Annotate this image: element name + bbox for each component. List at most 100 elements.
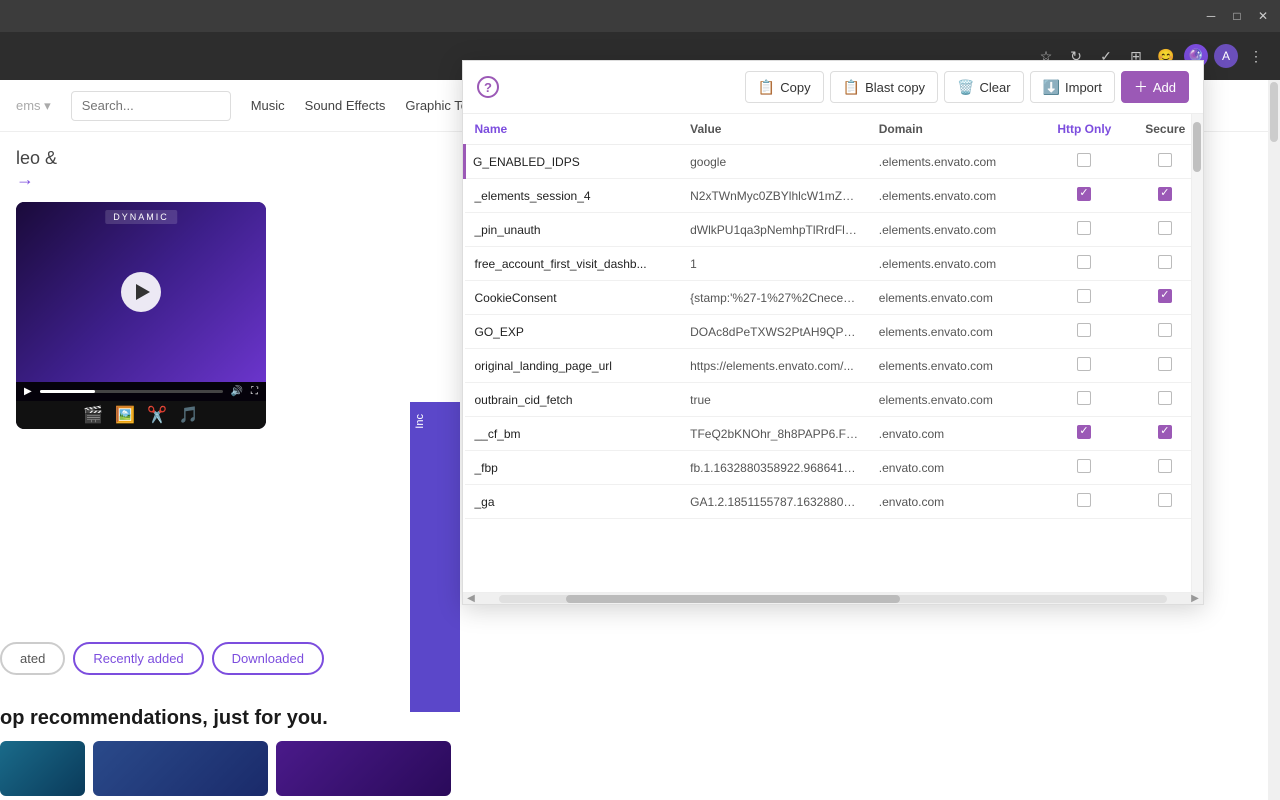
- table-row[interactable]: _fbpfb.1.1632880358922.968641642.envato.…: [465, 451, 1204, 485]
- cell-name: _fbp: [465, 451, 681, 485]
- cell-name: CookieConsent: [465, 281, 681, 315]
- blast-copy-button[interactable]: 📋 Blast copy: [830, 71, 938, 103]
- cell-http-only[interactable]: [1041, 213, 1127, 247]
- checkbox-http-only[interactable]: [1077, 255, 1091, 269]
- nav-item-sound-effects[interactable]: Sound Effects: [305, 98, 386, 113]
- section-heading: op recommendations, just for you.: [0, 707, 328, 730]
- cell-value: TFeQ2bKNOhr_8h8PAPP6.FO...: [680, 417, 869, 451]
- rec-card-2[interactable]: [93, 741, 268, 796]
- tab-recently-added[interactable]: Recently added: [73, 642, 203, 675]
- import-icon: ⬇️: [1043, 79, 1060, 96]
- table-row[interactable]: __cf_bmTFeQ2bKNOhr_8h8PAPP6.FO....envato…: [465, 417, 1204, 451]
- checkbox-http-only[interactable]: [1077, 153, 1091, 167]
- tab-ated[interactable]: ated: [0, 642, 65, 675]
- progress-bar[interactable]: [40, 390, 223, 393]
- modal-toolbar: ? 📋 Copy 📋 Blast copy 🗑️ Clear ⬇️ Import…: [463, 61, 1203, 114]
- cell-http-only[interactable]: [1041, 145, 1127, 179]
- cell-name: original_landing_page_url: [465, 349, 681, 383]
- search-input[interactable]: [71, 91, 231, 121]
- cell-http-only[interactable]: [1041, 451, 1127, 485]
- hscroll-track[interactable]: [499, 595, 1167, 603]
- checkbox-http-only[interactable]: [1077, 493, 1091, 507]
- checkbox-secure[interactable]: [1158, 493, 1172, 507]
- cell-http-only[interactable]: [1041, 383, 1127, 417]
- rec-card-3[interactable]: [276, 741, 451, 796]
- checkbox-http-only[interactable]: [1077, 459, 1091, 473]
- play-button[interactable]: [121, 272, 161, 312]
- cell-value: dWlkPU1qa3pNemhpTlRrdFlq...: [680, 213, 869, 247]
- cell-http-only[interactable]: [1041, 179, 1127, 213]
- checkbox-http-only[interactable]: [1077, 187, 1091, 201]
- checkbox-http-only[interactable]: [1077, 425, 1091, 439]
- avatar-icon[interactable]: A: [1214, 44, 1238, 68]
- checkbox-secure[interactable]: [1158, 289, 1172, 303]
- cell-http-only[interactable]: [1041, 417, 1127, 451]
- table-row[interactable]: original_landing_page_urlhttps://element…: [465, 349, 1204, 383]
- page-scrollbar-thumb: [1270, 82, 1278, 142]
- blue-bar-text: Inc: [410, 402, 430, 441]
- cell-http-only[interactable]: [1041, 349, 1127, 383]
- table-row[interactable]: _gaGA1.2.1851155787.1632880358.envato.co…: [465, 485, 1204, 519]
- browser-titlebar: ─ □ ✕: [0, 0, 1280, 32]
- modal-hscrollbar[interactable]: ◀ ▶: [463, 592, 1203, 604]
- maximize-button[interactable]: □: [1228, 7, 1246, 25]
- checkbox-secure[interactable]: [1158, 459, 1172, 473]
- cell-value: 1: [680, 247, 869, 281]
- checkbox-http-only[interactable]: [1077, 391, 1091, 405]
- cell-domain: .envato.com: [869, 451, 1041, 485]
- checkbox-secure[interactable]: [1158, 255, 1172, 269]
- hscroll-right[interactable]: ▶: [1187, 593, 1203, 604]
- hscroll-left[interactable]: ◀: [463, 593, 479, 604]
- cell-http-only[interactable]: [1041, 247, 1127, 281]
- modal-actions: 📋 Copy 📋 Blast copy 🗑️ Clear ⬇️ Import ＋…: [745, 71, 1189, 103]
- checkbox-http-only[interactable]: [1077, 289, 1091, 303]
- col-http-only: Http Only: [1041, 114, 1127, 145]
- cell-http-only[interactable]: [1041, 315, 1127, 349]
- add-icon: ＋: [1134, 77, 1148, 97]
- table-row[interactable]: _elements_session_4N2xTWnMyc0ZBYlhlcW1mZ…: [465, 179, 1204, 213]
- table-row[interactable]: GO_EXPDOAc8dPeTXWS2PtAH9QPyg...elements.…: [465, 315, 1204, 349]
- clear-button[interactable]: 🗑️ Clear: [944, 71, 1024, 103]
- cell-value: N2xTWnMyc0ZBYlhlcW1mZ1Z...: [680, 179, 869, 213]
- checkbox-secure[interactable]: [1158, 187, 1172, 201]
- cell-name: GO_EXP: [465, 315, 681, 349]
- dynamic-label: DYNAMIC: [105, 210, 177, 224]
- checkbox-secure[interactable]: [1158, 221, 1172, 235]
- cell-http-only[interactable]: [1041, 281, 1127, 315]
- cell-http-only[interactable]: [1041, 485, 1127, 519]
- cell-name: _elements_session_4: [465, 179, 681, 213]
- table-row[interactable]: _pin_unauthdWlkPU1qa3pNemhpTlRrdFlq....e…: [465, 213, 1204, 247]
- page-scrollbar[interactable]: [1268, 80, 1280, 800]
- cell-name: __cf_bm: [465, 417, 681, 451]
- col-domain: Domain: [869, 114, 1041, 145]
- copy-button[interactable]: 📋 Copy: [745, 71, 824, 103]
- add-button[interactable]: ＋ Add: [1121, 71, 1189, 103]
- checkbox-secure[interactable]: [1158, 357, 1172, 371]
- checkbox-secure[interactable]: [1158, 153, 1172, 167]
- menu-icon[interactable]: ⋮: [1244, 44, 1268, 68]
- checkbox-secure[interactable]: [1158, 323, 1172, 337]
- import-button[interactable]: ⬇️ Import: [1030, 71, 1115, 103]
- tab-downloaded[interactable]: Downloaded: [212, 642, 324, 675]
- cell-name: G_ENABLED_IDPS: [465, 145, 681, 179]
- checkbox-http-only[interactable]: [1077, 323, 1091, 337]
- cell-domain: .envato.com: [869, 485, 1041, 519]
- minimize-button[interactable]: ─: [1202, 7, 1220, 25]
- table-row[interactable]: free_account_first_visit_dashb...1.eleme…: [465, 247, 1204, 281]
- close-button[interactable]: ✕: [1254, 7, 1272, 25]
- table-container: Name Value Domain Http Only Secure G_ENA…: [463, 114, 1203, 592]
- checkbox-secure[interactable]: [1158, 425, 1172, 439]
- rec-card-1[interactable]: [0, 741, 85, 796]
- checkbox-http-only[interactable]: [1077, 221, 1091, 235]
- table-row[interactable]: G_ENABLED_IDPSgoogle.elements.envato.com: [465, 145, 1204, 179]
- cell-value: {stamp:'%27-1%27%2Cnecessa...: [680, 281, 869, 315]
- nav-item-music[interactable]: Music: [251, 98, 285, 113]
- help-icon[interactable]: ?: [477, 76, 499, 98]
- table-row[interactable]: CookieConsent{stamp:'%27-1%27%2Cnecessa.…: [465, 281, 1204, 315]
- table-row[interactable]: outbrain_cid_fetchtrueelements.envato.co…: [465, 383, 1204, 417]
- checkbox-http-only[interactable]: [1077, 357, 1091, 371]
- checkbox-secure[interactable]: [1158, 391, 1172, 405]
- cell-domain: .elements.envato.com: [869, 145, 1041, 179]
- modal-scrollbar-right[interactable]: [1191, 114, 1203, 592]
- progress-fill: [40, 390, 95, 393]
